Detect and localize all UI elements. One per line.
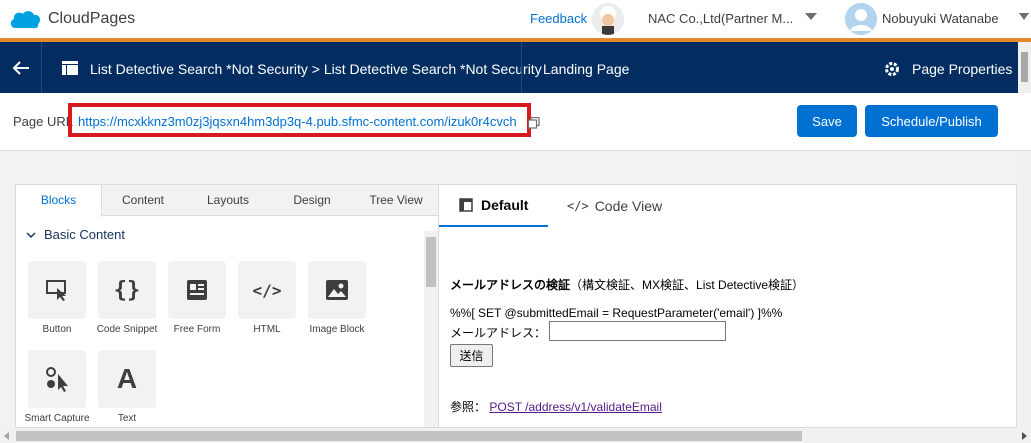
- layout-icon: [459, 198, 473, 212]
- save-button[interactable]: Save: [797, 105, 857, 137]
- smart-capture-icon: [28, 350, 86, 408]
- scrollbar-thumb[interactable]: [426, 237, 436, 287]
- salesforce-cloud-icon: [8, 8, 42, 30]
- block-label: Free Form: [173, 324, 221, 335]
- button-icon: [28, 261, 86, 319]
- scrollbar[interactable]: [424, 231, 438, 427]
- block-label: Code Snippet: [96, 324, 158, 335]
- tab-content[interactable]: Content: [102, 185, 184, 216]
- chevron-down-icon[interactable]: [805, 13, 817, 20]
- email-field[interactable]: [549, 321, 726, 341]
- section-title: Basic Content: [44, 227, 125, 242]
- divider: [521, 42, 522, 93]
- top-bar: CloudPages Feedback NAC Co.,Ltd(Partner …: [0, 0, 1031, 38]
- block-free-form[interactable]: Free Form: [168, 261, 226, 335]
- schedule-publish-button[interactable]: Schedule/Publish: [865, 105, 998, 137]
- feedback-link[interactable]: Feedback: [530, 11, 587, 26]
- brand[interactable]: CloudPages: [8, 8, 135, 30]
- reference-link[interactable]: POST /address/v1/validateEmail: [489, 400, 662, 414]
- back-button[interactable]: [0, 42, 42, 93]
- block-text[interactable]: A Text: [98, 350, 156, 424]
- brand-name: CloudPages: [48, 10, 136, 27]
- copy-icon[interactable]: [528, 117, 540, 129]
- scrollbar-thumb[interactable]: [16, 431, 802, 441]
- free-form-icon: [168, 261, 226, 319]
- content-library-panel: Blocks Content Layouts Design Tree View …: [15, 184, 439, 428]
- tab-blocks[interactable]: Blocks: [16, 185, 102, 217]
- tab-default-label: Default: [481, 197, 529, 213]
- scrollbar[interactable]: [1018, 151, 1031, 428]
- breadcrumb[interactable]: List Detective Search *Not Security > Li…: [90, 61, 542, 77]
- block-smart-capture[interactable]: Smart Capture: [24, 350, 90, 424]
- tab-tree-view[interactable]: Tree View: [352, 185, 438, 216]
- block-label: Image Block: [309, 324, 365, 335]
- tab-code-view-label: Code View: [594, 198, 663, 214]
- code-snippet-icon: {}: [98, 261, 156, 319]
- page-layout-icon: [62, 61, 78, 75]
- page-properties-button[interactable]: Page Properties: [912, 61, 1012, 77]
- preview-ampscript-line: %%[ SET @submittedEmail = RequestParamet…: [450, 306, 783, 320]
- email-label: メールアドレス：: [450, 326, 547, 340]
- org-name[interactable]: NAC Co.,Ltd(Partner M...: [648, 11, 800, 26]
- gear-icon[interactable]: [884, 61, 900, 77]
- block-code-snippet[interactable]: {} Code Snippet: [97, 261, 157, 335]
- block-image[interactable]: Image Block: [308, 261, 366, 335]
- basic-content-section-toggle[interactable]: Basic Content: [26, 227, 125, 242]
- editor-canvas-panel: Default </> Code View メールアドレスの検証（構文検証、MX…: [439, 184, 1017, 428]
- scrollbar-thumb[interactable]: [1021, 52, 1028, 82]
- tab-design[interactable]: Design: [272, 185, 352, 216]
- page-url-link[interactable]: https://mcxkknz3m0zj3jqsxn4hm3dp3q-4.pub…: [78, 114, 517, 129]
- user-name[interactable]: Nobuyuki Watanabe: [882, 11, 999, 26]
- submit-button[interactable]: 送信: [450, 344, 493, 367]
- chevron-down-icon[interactable]: [1019, 13, 1029, 20]
- block-label: HTML: [253, 324, 281, 335]
- editor-nav-bar: List Detective Search *Not Security > Li…: [0, 42, 1031, 93]
- block-label: Smart Capture: [24, 413, 90, 424]
- landing-page-label: Landing Page: [543, 61, 630, 77]
- image-block-icon: [308, 261, 366, 319]
- chevron-down-icon: [26, 231, 36, 238]
- user-avatar-icon[interactable]: [845, 3, 877, 35]
- reference-line: 参照： POST /address/v1/validateEmail: [450, 398, 662, 415]
- block-html[interactable]: </> HTML: [238, 261, 296, 335]
- einstein-avatar-icon[interactable]: [592, 3, 624, 35]
- page-url-label: Page URL: [13, 114, 73, 129]
- horizontal-scrollbar[interactable]: [0, 428, 1031, 443]
- scroll-left-icon[interactable]: [4, 432, 9, 440]
- code-icon: </>: [567, 199, 589, 213]
- tab-default[interactable]: Default: [439, 185, 548, 227]
- block-label: Button: [42, 324, 72, 335]
- arrow-left-icon: [12, 60, 29, 75]
- library-tabs: Blocks Content Layouts Design Tree View: [16, 185, 438, 217]
- tab-layouts[interactable]: Layouts: [184, 185, 272, 216]
- preview-title-rest: （構文検証、MX検証、List Detective検証）: [570, 278, 805, 292]
- preview-title-bold: メールアドレスの検証: [450, 278, 571, 292]
- block-button[interactable]: Button: [28, 261, 86, 335]
- block-label: Text: [117, 413, 137, 424]
- page-preview: メールアドレスの検証（構文検証、MX検証、List Detective検証） %…: [439, 228, 1016, 427]
- scroll-right-icon[interactable]: [1022, 432, 1027, 440]
- preview-title: メールアドレスの検証（構文検証、MX検証、List Detective検証）: [450, 276, 804, 293]
- html-icon: </>: [238, 261, 296, 319]
- reference-label: 参照：: [450, 400, 487, 414]
- tab-code-view[interactable]: </> Code View: [567, 185, 662, 227]
- text-icon: A: [98, 350, 156, 408]
- scrollbar[interactable]: [1018, 42, 1031, 93]
